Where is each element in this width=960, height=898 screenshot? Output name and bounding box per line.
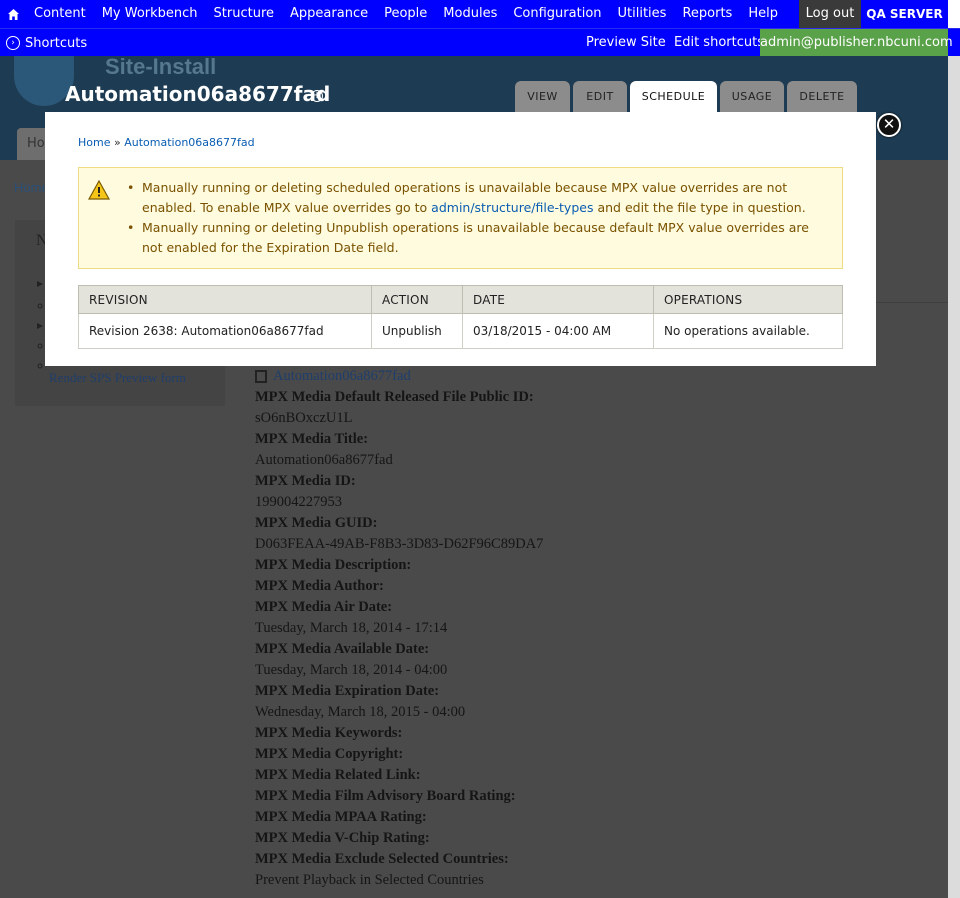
shortcuts-label: Shortcuts <box>25 35 88 51</box>
field-list: MPX Media Default Released File Public I… <box>255 387 543 891</box>
field-label: MPX Media Title: <box>255 431 369 447</box>
toolbar-edge <box>948 0 960 28</box>
close-dialog-button[interactable]: ✕ <box>877 113 901 137</box>
file-details: Automation06a8677fad MPX Media Default R… <box>255 366 543 891</box>
breadcrumb-separator: » <box>113 136 121 149</box>
scrollbar-gutter <box>948 56 960 898</box>
menu-help[interactable]: Help <box>740 0 786 28</box>
action-cell: Unpublish <box>371 313 463 349</box>
field-label: MPX Media Exclude Selected Countries: <box>255 851 509 867</box>
field-label: MPX Media Related Link: <box>255 767 421 783</box>
user-account-link[interactable]: admin@publisher.nbcuni.com <box>760 29 953 57</box>
field-label: MPX Media Film Advisory Board Rating: <box>255 788 516 804</box>
operations-cell: No operations available. <box>653 313 843 349</box>
breadcrumb-home[interactable]: Home <box>78 136 110 149</box>
menu-configuration[interactable]: Configuration <box>505 0 609 28</box>
tab-edit[interactable]: EDIT <box>573 81 627 112</box>
admin-menu: Content My Workbench Structure Appearanc… <box>0 0 786 28</box>
warning-item: Manually running or deleting Unpublish o… <box>127 218 827 258</box>
warning-message: Manually running or deleting scheduled o… <box>78 167 843 269</box>
close-icon: ✕ <box>882 115 896 133</box>
tab-schedule[interactable]: SCHEDULE <box>630 81 717 112</box>
menu-appearance[interactable]: Appearance <box>282 0 376 28</box>
field-value: Tuesday, March 18, 2014 - 04:00 <box>255 662 448 678</box>
file-name: Automation06a8677fad <box>273 368 411 384</box>
home-icon[interactable] <box>0 0 26 28</box>
file-link[interactable]: Automation06a8677fad <box>255 366 543 387</box>
server-badge: QA SERVER <box>861 0 948 28</box>
field-label: MPX Media MPAA Rating: <box>255 809 427 825</box>
film-icon <box>255 370 267 383</box>
menu-my-workbench[interactable]: My Workbench <box>94 0 206 28</box>
date-cell: 03/18/2015 - 04:00 AM <box>462 313 654 349</box>
warning-item: Manually running or deleting scheduled o… <box>127 178 827 218</box>
background-breadcrumb[interactable]: Home <box>14 180 49 195</box>
column-header-operations: OPERATIONS <box>653 285 843 314</box>
field-value: Wednesday, March 18, 2015 - 04:00 <box>255 704 466 720</box>
field-value: Tuesday, March 18, 2014 - 17:14 <box>255 620 448 636</box>
table-row: Revision 2638: Automation06a8677fad Unpu… <box>78 313 843 349</box>
field-value: Prevent Playback in Selected Countries <box>255 872 484 888</box>
column-header-date: DATE <box>462 285 654 314</box>
warning-icon <box>87 179 111 200</box>
breadcrumb-current[interactable]: Automation06a8677fad <box>124 136 254 149</box>
warning-text: and edit the file type in question. <box>593 200 806 215</box>
edit-shortcuts-link[interactable]: Edit shortcuts <box>674 29 764 56</box>
field-label: MPX Media Author: <box>255 578 384 594</box>
revision-cell: Revision 2638: Automation06a8677fad <box>78 313 372 349</box>
chevron-right-icon: › <box>6 36 20 50</box>
shortcuts-toggle[interactable]: › Shortcuts <box>6 29 87 57</box>
column-header-action: ACTION <box>371 285 463 314</box>
warning-list: Manually running or deleting scheduled o… <box>127 178 827 258</box>
field-label: MPX Media Copyright: <box>255 746 404 762</box>
tab-usage[interactable]: USAGE <box>720 81 784 112</box>
field-label: MPX Media Default Released File Public I… <box>255 389 534 405</box>
field-value: sO6nBOxczU1L <box>255 410 353 426</box>
bullet-icon <box>37 314 43 329</box>
bullet-icon <box>37 334 43 349</box>
tab-delete[interactable]: DELETE <box>787 81 857 112</box>
menu-utilities[interactable]: Utilities <box>610 0 675 28</box>
field-value: Automation06a8677fad <box>255 452 393 468</box>
bullet-icon <box>37 272 43 287</box>
field-value: D063FEAA-49AB-F8B3-3D83-D62F96C89DA7 <box>255 536 544 552</box>
operations-table: REVISION ACTION DATE OPERATIONS Revision… <box>78 285 843 349</box>
menu-reports[interactable]: Reports <box>674 0 740 28</box>
field-label: MPX Media Description: <box>255 557 412 573</box>
tab-view[interactable]: VIEW <box>515 81 570 112</box>
field-label: MPX Media GUID: <box>255 515 378 531</box>
schedule-dialog: Home » Automation06a8677fad Manually run… <box>45 112 876 366</box>
file-types-link[interactable]: admin/structure/file-types <box>431 200 593 215</box>
page-title: Automation06a8677fad <box>65 82 331 106</box>
bullet-icon <box>37 354 43 369</box>
field-label: MPX Media Air Date: <box>255 599 393 615</box>
field-value: 199004227953 <box>255 494 342 510</box>
field-label: MPX Media Expiration Date: <box>255 683 440 699</box>
field-label: MPX Media Available Date: <box>255 641 430 657</box>
table-header-row: REVISION ACTION DATE OPERATIONS <box>78 285 843 314</box>
logout-link[interactable]: Log out <box>799 0 861 28</box>
site-name: Site-Install <box>105 56 217 79</box>
field-label: MPX Media ID: <box>255 473 356 489</box>
render-sps-preview-link[interactable]: Render SPS Preview form <box>49 370 186 386</box>
breadcrumb: Home » Automation06a8677fad <box>78 136 255 149</box>
menu-structure[interactable]: Structure <box>206 0 282 28</box>
field-label: MPX Media Keywords: <box>255 725 403 741</box>
shortcut-bar: › Shortcuts Preview Site Edit shortcuts … <box>0 28 960 57</box>
column-header-revision: REVISION <box>78 285 372 314</box>
field-label: MPX Media V-Chip Rating: <box>255 830 430 846</box>
admin-toolbar: Content My Workbench Structure Appearanc… <box>0 0 960 28</box>
bullet-icon <box>37 294 43 309</box>
add-shortcut-icon[interactable]: + <box>311 90 323 102</box>
menu-modules[interactable]: Modules <box>435 0 505 28</box>
preview-site-link[interactable]: Preview Site <box>586 29 666 56</box>
menu-content[interactable]: Content <box>26 0 94 28</box>
menu-people[interactable]: People <box>376 0 435 28</box>
